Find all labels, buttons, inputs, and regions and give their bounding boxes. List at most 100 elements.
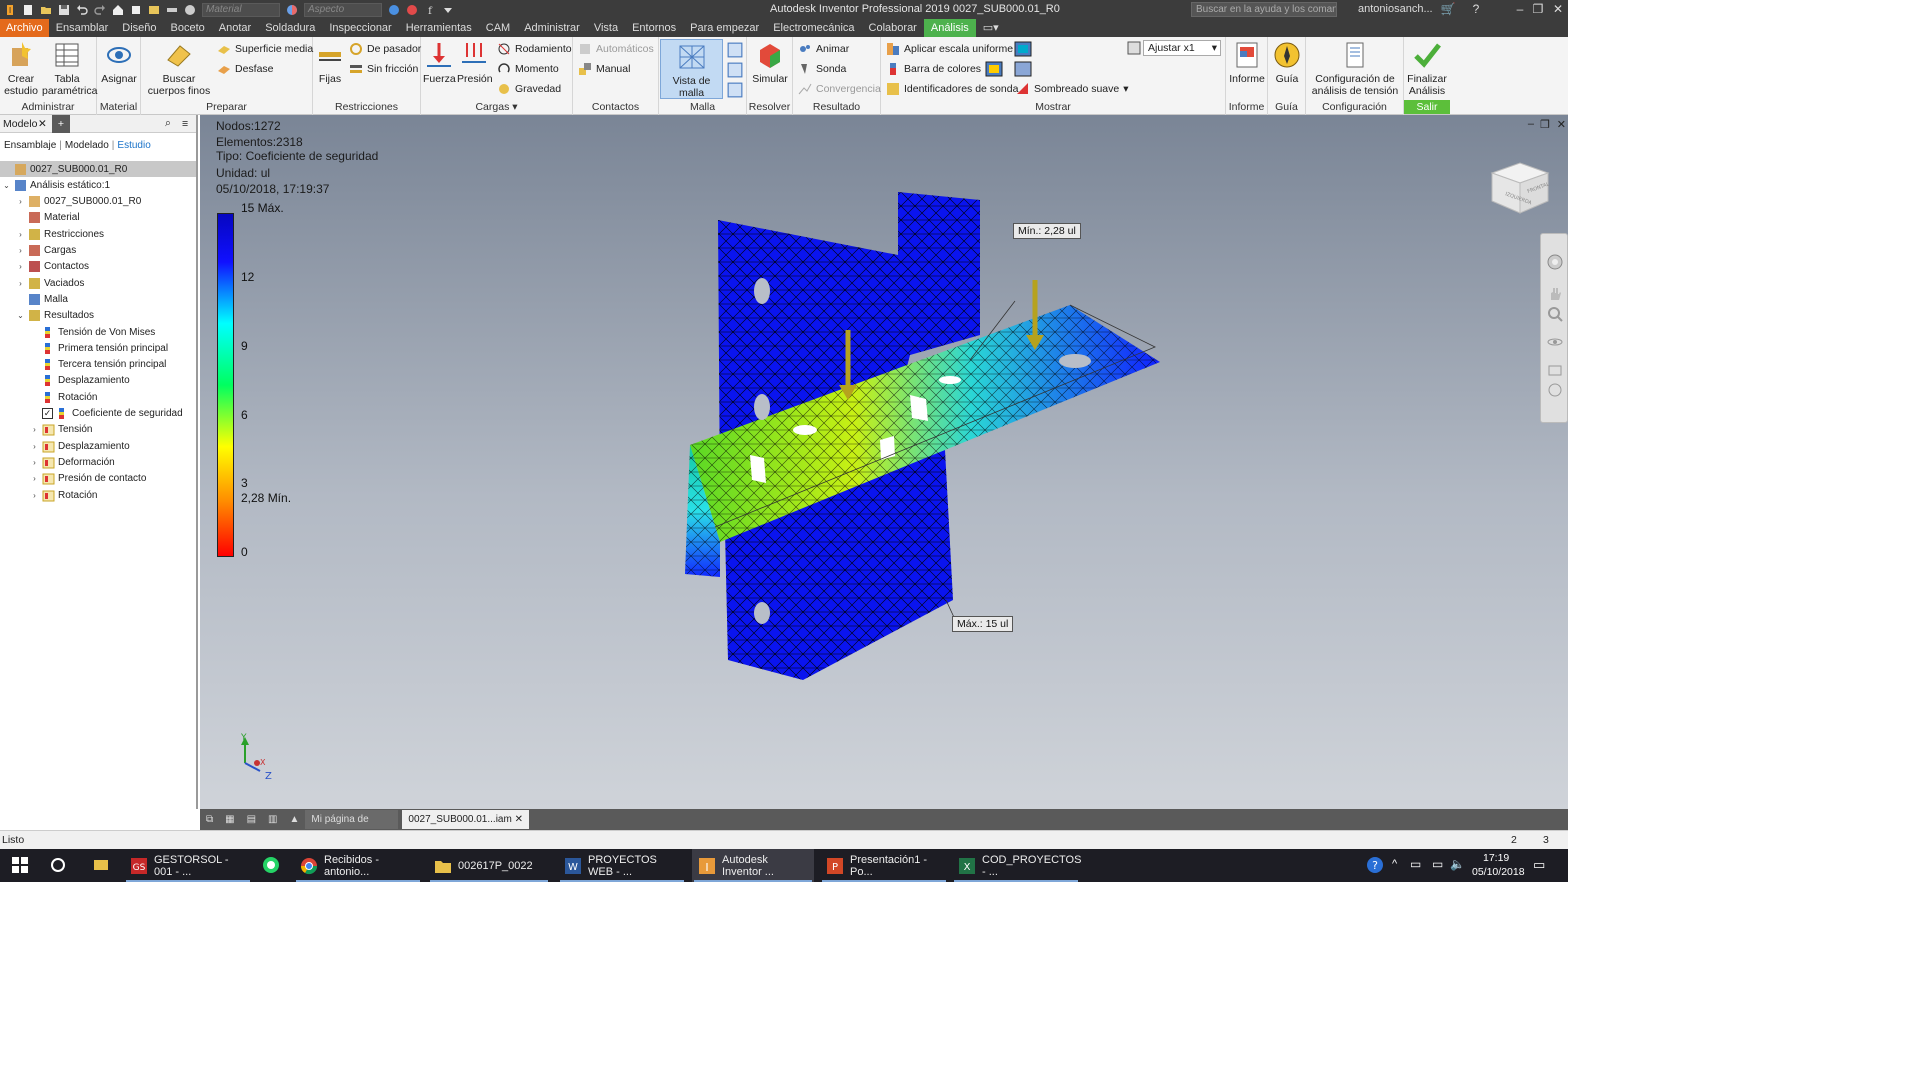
tab-entornos[interactable]: Entornos: [625, 19, 683, 37]
tab-soldadura[interactable]: Soldadura: [258, 19, 322, 37]
appearance-combo[interactable]: Aspecto: [304, 2, 382, 17]
desfase-button[interactable]: Desfase: [217, 61, 274, 77]
tray-apps-icon[interactable]: ▭: [1410, 857, 1421, 871]
tile-icon[interactable]: ⧉: [200, 810, 219, 829]
fea-model-render[interactable]: [670, 185, 1190, 695]
tab-colaborar[interactable]: Colaborar: [862, 19, 924, 37]
grid-icon[interactable]: ▦: [219, 810, 240, 829]
function-icon[interactable]: f: [424, 4, 436, 16]
tab-para-empezar[interactable]: Para empezar: [683, 19, 766, 37]
tree-node[interactable]: ⌄ Resultados: [0, 308, 196, 324]
tree-node[interactable]: Tensión de Von Mises: [0, 324, 196, 340]
app-pinned-icon[interactable]: [92, 856, 110, 874]
add-browser-icon[interactable]: +: [52, 115, 70, 133]
taskbar-inventor[interactable]: I Autodesk Inventor ...: [692, 849, 814, 882]
minimize-icon[interactable]: ‒: [1512, 2, 1528, 16]
taskbar-word[interactable]: W PROYECTOS WEB - ...: [558, 849, 686, 882]
configuracion-analisis-button[interactable]: Configuración de análisis de tensión: [1307, 40, 1403, 97]
expand-icon[interactable]: ›: [30, 442, 39, 451]
identificadores-sonda-button[interactable]: Identificadores de sonda: [886, 81, 1018, 97]
menu-icon[interactable]: ≡: [182, 118, 188, 130]
tree-node[interactable]: ⌄ Análisis estático:1: [0, 177, 196, 193]
rodamiento-button[interactable]: Rodamiento: [497, 41, 572, 57]
min-value-icon[interactable]: [985, 61, 1003, 77]
tab-herramientas[interactable]: Herramientas: [399, 19, 479, 37]
subtab-estudio[interactable]: Estudio: [117, 140, 150, 151]
checkbox-icon[interactable]: ✓: [42, 408, 53, 419]
buscar-cuerpos-finos-button[interactable]: Buscar cuerpos finos: [144, 40, 214, 97]
tree-node[interactable]: Malla: [0, 291, 196, 307]
volume-icon[interactable]: 🔈: [1450, 857, 1465, 871]
help-icon[interactable]: ?: [1468, 2, 1484, 16]
subtab-modelado[interactable]: Modelado: [65, 140, 109, 151]
tree-node[interactable]: Rotación: [0, 389, 196, 405]
max-value-icon[interactable]: [1014, 41, 1032, 57]
tab-administrar[interactable]: Administrar: [517, 19, 587, 37]
tree-node[interactable]: Desplazamiento: [0, 373, 196, 389]
animar-button[interactable]: Animar: [798, 41, 849, 57]
subtab-ensamblaje[interactable]: Ensamblaje: [4, 140, 56, 151]
expand-icon[interactable]: ›: [16, 197, 25, 206]
tab-electromecanica[interactable]: Electromecánica: [766, 19, 861, 37]
presion-button[interactable]: Presión: [457, 40, 493, 85]
free-orbit-icon[interactable]: [1547, 382, 1563, 398]
customize-icon[interactable]: [442, 4, 454, 16]
fijas-button[interactable]: Fijas: [315, 40, 345, 85]
help-tray-icon[interactable]: ?: [1366, 856, 1384, 874]
expand-icon[interactable]: ›: [16, 262, 25, 271]
whatsapp-icon[interactable]: [262, 856, 280, 874]
tab-list-icon[interactable]: ▲: [284, 810, 306, 829]
fuerza-button[interactable]: Fuerza: [423, 40, 456, 85]
zoom-icon[interactable]: [1547, 306, 1563, 322]
sin-friccion-button[interactable]: Sin fricción: [349, 61, 418, 77]
open-icon[interactable]: [40, 4, 52, 16]
manual-button[interactable]: Manual: [578, 61, 630, 77]
convergence-settings-icon[interactable]: [727, 82, 743, 98]
expand-icon[interactable]: ›: [16, 246, 25, 255]
undo-icon[interactable]: [76, 4, 88, 16]
local-mesh-icon[interactable]: [727, 62, 743, 78]
notifications-icon[interactable]: ▭: [1533, 857, 1545, 873]
cortana-search-icon[interactable]: [50, 857, 66, 873]
tree-node[interactable]: 0027_SUB000.01_R0: [0, 161, 196, 177]
search-icon[interactable]: ⌕: [165, 117, 171, 130]
tree-node[interactable]: › Rotación: [0, 487, 196, 503]
expand-icon[interactable]: ›: [30, 491, 39, 500]
taskbar-gestorsol[interactable]: GS GESTORSOL - 001 - ...: [124, 849, 252, 882]
viewport-close-icon[interactable]: ✕: [1557, 118, 1566, 131]
superficie-media-button[interactable]: Superficie media: [217, 41, 313, 57]
select-icon[interactable]: [148, 4, 160, 16]
tree-node[interactable]: › 0027_SUB000.01_R0: [0, 194, 196, 210]
orbit-icon[interactable]: [1547, 334, 1563, 350]
graphics-viewport[interactable]: Nodos:1272 Elementos:2318 Tipo: Coeficie…: [200, 115, 1568, 809]
doc-tab-assembly[interactable]: 0027_SUB000.01...iam ✕: [402, 810, 529, 829]
taskbar-chrome[interactable]: Recibidos - antonio...: [294, 849, 422, 882]
update-icon[interactable]: [130, 4, 142, 16]
tab-boceto[interactable]: Boceto: [164, 19, 212, 37]
boundary-icon[interactable]: [1014, 61, 1032, 77]
new-icon[interactable]: [22, 4, 34, 16]
sonda-button[interactable]: Sonda: [798, 61, 846, 77]
doc-tab-close-icon[interactable]: ✕: [515, 814, 523, 825]
doc-tab-home[interactable]: Mi página de inic...: [305, 810, 399, 844]
cart-icon[interactable]: 🛒: [1440, 2, 1456, 16]
save-icon[interactable]: [58, 4, 70, 16]
steering-wheel-icon[interactable]: [1547, 254, 1563, 270]
close-icon[interactable]: ✕: [1550, 2, 1566, 16]
tree-node[interactable]: › Contactos: [0, 259, 196, 275]
globe-icon[interactable]: [184, 4, 196, 16]
expand-icon[interactable]: ›: [16, 279, 25, 288]
expand-icon[interactable]: ›: [30, 425, 39, 434]
user-account[interactable]: antoniosanch...: [1358, 3, 1433, 15]
expand-icon[interactable]: ›: [30, 474, 39, 483]
taskbar-excel[interactable]: X COD_PROYECTOS - ...: [952, 849, 1081, 882]
finalizar-analisis-button[interactable]: Finalizar Análisis: [1406, 40, 1448, 97]
automaticos-button[interactable]: Automáticos: [578, 41, 654, 57]
tabla-parametrica-button[interactable]: Tabla paramétrica: [42, 40, 97, 97]
expand-icon[interactable]: ›: [30, 458, 39, 467]
home-icon[interactable]: [112, 4, 124, 16]
tab-anotar[interactable]: Anotar: [212, 19, 258, 37]
tree-node[interactable]: Tercera tensión principal: [0, 357, 196, 373]
material-combo[interactable]: Material: [202, 2, 280, 17]
windows-start-icon[interactable]: [12, 857, 28, 873]
